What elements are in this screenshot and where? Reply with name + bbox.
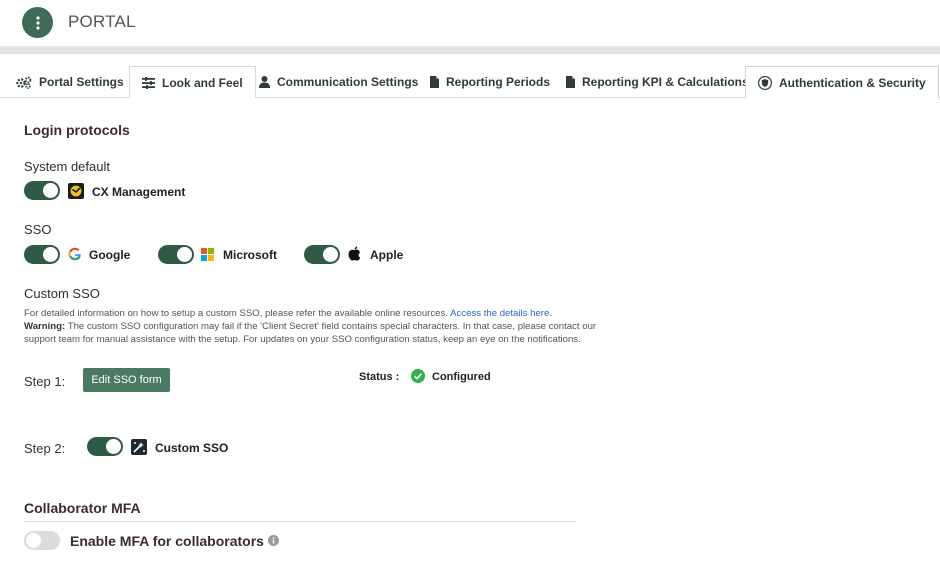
mfa-divider — [24, 521, 576, 522]
status-value: Configured — [432, 371, 491, 383]
system-default-heading: System default — [24, 159, 110, 174]
access-details-link[interactable]: Access the details here. — [450, 308, 552, 319]
tab-reporting-kpi[interactable]: Reporting KPI & Calculations — [554, 66, 761, 98]
login-protocols-heading: Login protocols — [24, 122, 130, 138]
warning-text: The custom SSO configuration may fail if… — [24, 321, 597, 345]
file-icon — [430, 76, 439, 88]
custom-sso-label: Custom SSO — [155, 441, 229, 455]
microsoft-icon — [201, 248, 214, 261]
apple-icon — [348, 246, 361, 261]
warning-label: Warning: — [24, 321, 66, 332]
apple-sso-toggle[interactable] — [304, 245, 340, 264]
tab-label: Reporting KPI & Calculations — [582, 75, 749, 89]
info-icon[interactable] — [268, 535, 279, 546]
tab-label: Communication Settings — [277, 75, 419, 89]
user-icon — [259, 76, 270, 88]
shield-icon — [758, 75, 772, 90]
check-circle-icon — [411, 369, 425, 383]
microsoft-sso-toggle[interactable] — [158, 245, 194, 264]
microsoft-label: Microsoft — [223, 248, 277, 262]
header-divider — [0, 46, 940, 54]
collaborator-mfa-heading: Collaborator MFA — [24, 500, 141, 516]
google-label: Google — [89, 248, 131, 262]
tab-bar: Portal Settings Look and Feel Communicat… — [0, 54, 940, 99]
google-sso-toggle[interactable] — [24, 245, 60, 264]
top-bar: PORTAL — [0, 0, 940, 48]
apple-label: Apple — [370, 248, 404, 262]
tab-label: Portal Settings — [39, 75, 124, 89]
cx-management-label: CX Management — [92, 185, 186, 199]
tab-label: Authentication & Security — [779, 75, 926, 90]
info-text: For detailed information on how to setup… — [24, 308, 448, 319]
custom-sso-heading: Custom SSO — [24, 286, 100, 301]
tab-authentication-security[interactable]: Authentication & Security — [745, 66, 939, 99]
page-title: PORTAL — [68, 12, 136, 31]
tab-label: Look and Feel — [162, 75, 243, 90]
file-icon — [566, 76, 575, 88]
vertical-dots-icon — [35, 15, 40, 30]
edit-sso-form-button[interactable]: Edit SSO form — [83, 368, 170, 392]
tab-look-and-feel[interactable]: Look and Feel — [129, 66, 256, 98]
google-icon — [68, 247, 81, 261]
cx-management-toggle[interactable] — [24, 181, 60, 200]
enable-mfa-label: Enable MFA for collaborators — [70, 533, 264, 549]
tab-communication-settings[interactable]: Communication Settings — [247, 66, 430, 98]
custom-sso-info: For detailed information on how to setup… — [24, 307, 624, 346]
custom-sso-toggle[interactable] — [87, 437, 123, 456]
custom-sso-icon — [131, 439, 147, 455]
gears-icon — [16, 76, 32, 89]
tab-portal-settings[interactable]: Portal Settings — [4, 66, 136, 98]
menu-button[interactable] — [22, 7, 53, 38]
tab-label: Reporting Periods — [446, 75, 551, 89]
step-1-label: Step 1: — [24, 374, 66, 389]
cx-management-icon — [68, 183, 84, 199]
sliders-icon — [142, 76, 155, 89]
status-label: Status : — [359, 371, 400, 383]
step-2-label: Step 2: — [24, 441, 66, 456]
enable-mfa-toggle[interactable] — [24, 531, 60, 550]
sso-heading: SSO — [24, 222, 52, 237]
tab-reporting-periods[interactable]: Reporting Periods — [418, 66, 562, 98]
